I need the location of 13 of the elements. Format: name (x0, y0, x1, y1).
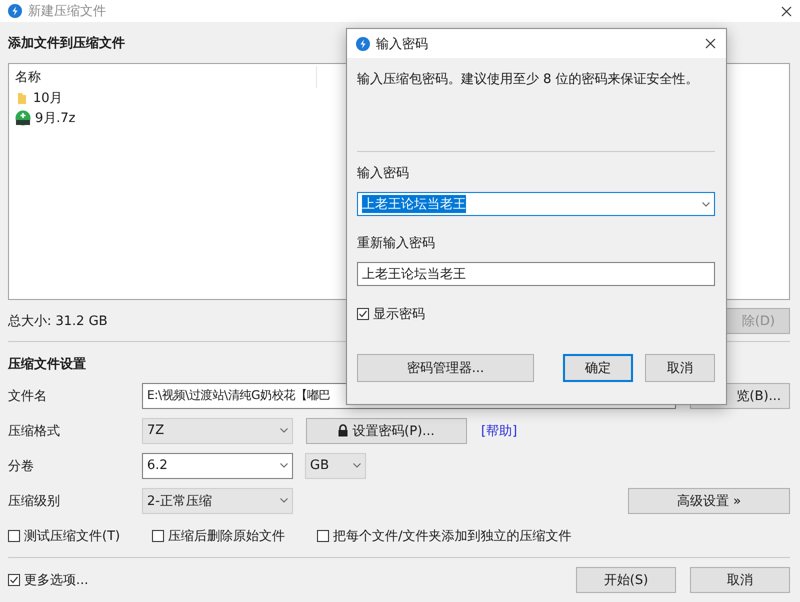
window-title: 新建压缩文件 (28, 3, 107, 20)
dialog-description: 输入压缩包密码。建议使用至少 8 位的密码来保证安全性。 (357, 71, 700, 88)
total-size: 总大小: 31.2 GB (8, 312, 108, 330)
field-label: 重新输入密码 (357, 235, 436, 252)
field-label: 压缩级别 (8, 492, 61, 510)
field-label: 压缩格式 (8, 422, 61, 440)
dialog-title: 输入密码 (376, 36, 429, 52)
section-heading: 压缩文件设置 (8, 356, 86, 373)
password-text: 上老王论坛当老王 (362, 195, 466, 213)
section-heading: 添加文件到压缩文件 (8, 34, 125, 52)
field-label: 输入密码 (357, 165, 410, 182)
field-label: 文件名 (8, 388, 48, 404)
field-label: 分卷 (8, 458, 35, 474)
